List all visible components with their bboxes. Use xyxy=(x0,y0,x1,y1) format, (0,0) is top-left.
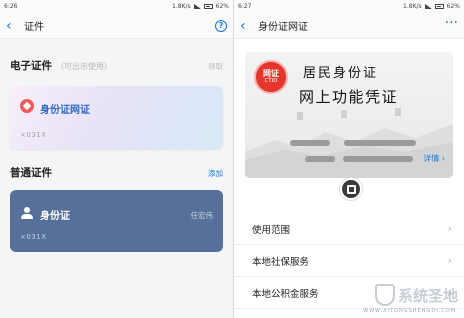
netcert-detail-screen: 6:27 1.8K/s 62% ‹ 身份证网证 ··· 网证 CTID 居民身份… xyxy=(234,0,464,318)
seal-text: 网证 xyxy=(263,69,279,78)
status-time: 6:27 xyxy=(238,3,252,10)
add-link[interactable]: 添加 xyxy=(208,168,223,179)
watermark-url: WWW.XITONGSHENGDI.COM xyxy=(363,308,456,314)
back-icon[interactable]: ‹ xyxy=(240,19,254,33)
page-title: 身份证网证 xyxy=(258,22,308,33)
qr-code-icon[interactable] xyxy=(340,178,362,200)
status-time: 6:26 xyxy=(4,3,18,10)
card-owner: 任宏伟 xyxy=(190,211,214,220)
menu-item-label: 本地社保服务 xyxy=(252,256,310,268)
battery-icon xyxy=(434,4,444,9)
page-title: 证件 xyxy=(24,22,44,33)
signal-icon xyxy=(193,4,201,9)
masked-field xyxy=(344,140,416,146)
card-number: ×031X xyxy=(20,233,47,241)
watermark-text: 系统圣地 xyxy=(397,286,458,305)
network-speed: 1.8K/s xyxy=(403,3,422,10)
back-icon[interactable]: ‹ xyxy=(6,19,20,33)
signal-icon xyxy=(424,4,432,9)
section-hint: （可出示使用） xyxy=(56,62,112,71)
card-name: 身份证 xyxy=(40,211,70,222)
masked-field xyxy=(290,140,330,146)
electronic-section-header: 电子证件 （可出示使用） 领取 xyxy=(0,58,233,73)
network-speed: 1.8K/s xyxy=(172,3,191,10)
detail-link[interactable]: 详情 › xyxy=(423,153,445,164)
status-bar: 6:27 1.8K/s 62% xyxy=(234,0,464,13)
masked-field xyxy=(305,156,335,162)
claim-link[interactable]: 领取 xyxy=(208,61,223,72)
shield-icon xyxy=(374,284,395,306)
battery-level: 62% xyxy=(215,3,229,10)
netcert-badge-icon xyxy=(20,99,34,113)
menu-item-label: 使用范围 xyxy=(252,224,291,236)
help-icon[interactable]: ? xyxy=(215,19,227,32)
battery-level: 62% xyxy=(446,3,460,10)
card-number: ×031X xyxy=(20,131,47,139)
more-icon[interactable]: ··· xyxy=(445,16,458,30)
menu-item-social-security[interactable]: 本地社保服务 › xyxy=(234,245,464,277)
id-netcert-card[interactable]: 身份证网证 ×031X xyxy=(10,86,223,149)
card-subtitle: 网上功能凭证 xyxy=(299,88,399,106)
card-name: 身份证网证 xyxy=(40,105,90,116)
nav-bar: ‹ 证件 ? xyxy=(0,13,233,39)
battery-icon xyxy=(203,4,213,9)
section-title-electronic: 电子证件 xyxy=(10,60,52,72)
documents-screen: 6:26 1.8K/s 62% ‹ 证件 ? 电子证件 （可出示使用） 领取 身… xyxy=(0,0,233,318)
nav-bar: ‹ 身份证网证 ··· xyxy=(234,13,464,39)
section-title-normal: 普通证件 xyxy=(10,167,52,179)
id-card[interactable]: 身份证 任宏伟 ×031X xyxy=(10,190,223,252)
chevron-right-icon: › xyxy=(447,222,452,235)
menu-item-usage-scope[interactable]: 使用范围 › xyxy=(234,213,464,245)
card-title: 居民身份证 xyxy=(303,66,379,81)
masked-field xyxy=(343,156,413,162)
seal-subtext: CTID xyxy=(264,78,278,84)
normal-section-header: 普通证件 添加 xyxy=(0,165,233,180)
chevron-right-icon: › xyxy=(447,254,452,267)
person-icon xyxy=(21,207,33,219)
netcert-seal-icon: 网证 CTID xyxy=(254,60,288,94)
netcert-card-image: 网证 CTID 居民身份证 网上功能凭证 详情 › xyxy=(245,52,453,178)
status-bar: 6:26 1.8K/s 62% xyxy=(0,0,233,13)
site-watermark: 系统圣地 xyxy=(374,284,458,306)
